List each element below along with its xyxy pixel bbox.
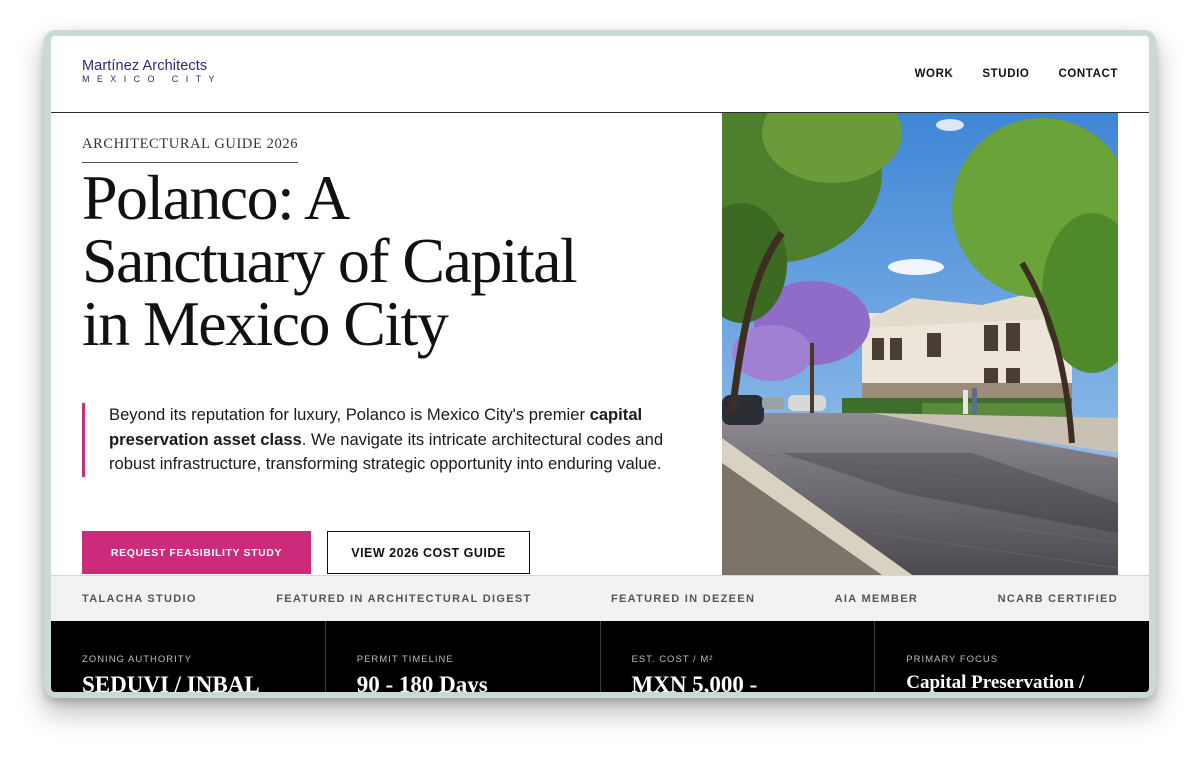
stat-zoning: ZONING AUTHORITY SEDUVI / INBAL: [51, 621, 326, 692]
lede-text-1: Beyond its reputation for luxury, Polanc…: [109, 405, 590, 424]
stats-band: ZONING AUTHORITY SEDUVI / INBAL PERMIT T…: [51, 621, 1149, 692]
stat-value: 90 - 180 Days: [356, 672, 488, 692]
stat-label: PERMIT TIMELINE: [356, 654, 454, 665]
hero-lede: Beyond its reputation for luxury, Polanc…: [82, 403, 699, 477]
brand-name: Martínez Architects: [82, 58, 208, 74]
trust-bar: TALACHA STUDIO FEATURED IN ARCHITECTURAL…: [51, 575, 1149, 621]
main-nav: WORK STUDIO CONTACT: [915, 68, 1118, 80]
hero-street-photo: [722, 113, 1118, 575]
nav-link-work[interactable]: WORK: [915, 68, 954, 80]
stat-value: Capital Preservation /: [906, 672, 1085, 692]
trust-item: TALACHA STUDIO: [82, 592, 197, 605]
stat-label: EST. COST / M²: [631, 654, 714, 665]
headline-line-1: Polanco: A: [82, 162, 350, 233]
trust-item: AIA MEMBER: [834, 592, 919, 605]
trust-item: NCARB CERTIFIED: [997, 592, 1118, 605]
hero-headline: Polanco: A Sanctuary of Capital in Mexic…: [82, 166, 682, 356]
nav-link-contact[interactable]: CONTACT: [1058, 68, 1118, 80]
request-feasibility-button[interactable]: REQUEST FEASIBILITY STUDY: [82, 531, 311, 574]
site-header: Martínez Architects MEXICO CITY WORK STU…: [51, 36, 1149, 113]
stat-cost: EST. COST / M² MXN 5,000 -: [601, 621, 876, 692]
stat-label: ZONING AUTHORITY: [82, 654, 192, 665]
trust-item: FEATURED IN ARCHITECTURAL DIGEST: [276, 592, 532, 605]
headline-line-3: in Mexico City: [82, 288, 449, 359]
hero-eyebrow: ARCHITECTURAL GUIDE 2026: [82, 136, 299, 163]
trust-item: FEATURED IN DEZEEN: [610, 592, 756, 605]
nav-link-studio[interactable]: STUDIO: [982, 68, 1029, 80]
stat-value: SEDUVI / INBAL: [82, 672, 260, 692]
stat-focus: PRIMARY FOCUS Capital Preservation /: [875, 621, 1149, 693]
brand-location: MEXICO CITY: [82, 74, 222, 84]
stat-value: MXN 5,000 -: [631, 672, 758, 692]
headline-line-2: Sanctuary of Capital: [82, 225, 578, 296]
cost-guide-button[interactable]: VIEW 2026 COST GUIDE: [327, 531, 530, 574]
browser-viewport: Martínez Architects MEXICO CITY WORK STU…: [51, 36, 1149, 692]
stat-permit: PERMIT TIMELINE 90 - 180 Days: [326, 621, 601, 692]
brand-logo[interactable]: Martínez Architects MEXICO CITY: [82, 58, 222, 84]
stat-label: PRIMARY FOCUS: [906, 654, 999, 665]
